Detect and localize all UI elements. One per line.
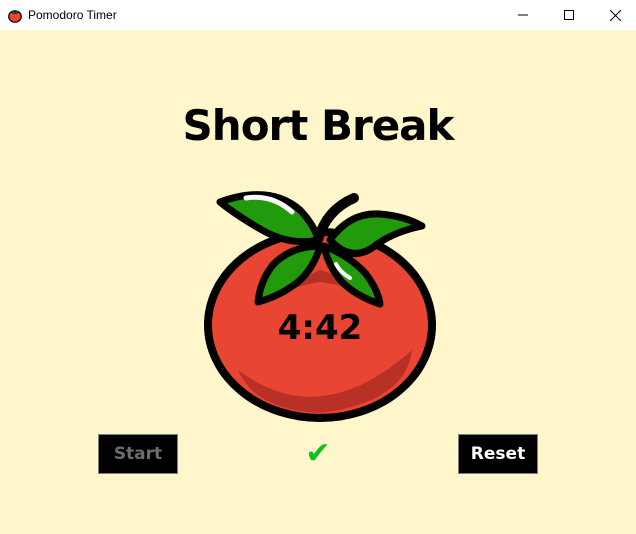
minimize-icon <box>518 14 528 16</box>
title-bar[interactable]: Pomodoro Timer <box>0 0 636 30</box>
maximize-icon <box>564 10 574 20</box>
window-title: Pomodoro Timer <box>28 8 117 22</box>
reset-button[interactable]: Reset <box>458 434 538 474</box>
close-button[interactable] <box>592 0 636 30</box>
page-title: Short Break <box>182 101 455 150</box>
maximize-button[interactable] <box>546 0 592 30</box>
minimize-button[interactable] <box>500 0 546 30</box>
close-icon <box>609 9 621 21</box>
tomato-icon <box>8 10 22 23</box>
checkmark-icon: ✔ <box>305 436 331 471</box>
timer-display: 4:42 <box>277 308 363 348</box>
start-button[interactable]: Start <box>98 434 178 474</box>
main-content: Short Break 4:42 Start ✔ Reset <box>0 30 636 534</box>
app-window: Pomodoro Timer Short Break 4:42 Start ✔ … <box>0 0 636 534</box>
tomato-image <box>204 191 436 422</box>
